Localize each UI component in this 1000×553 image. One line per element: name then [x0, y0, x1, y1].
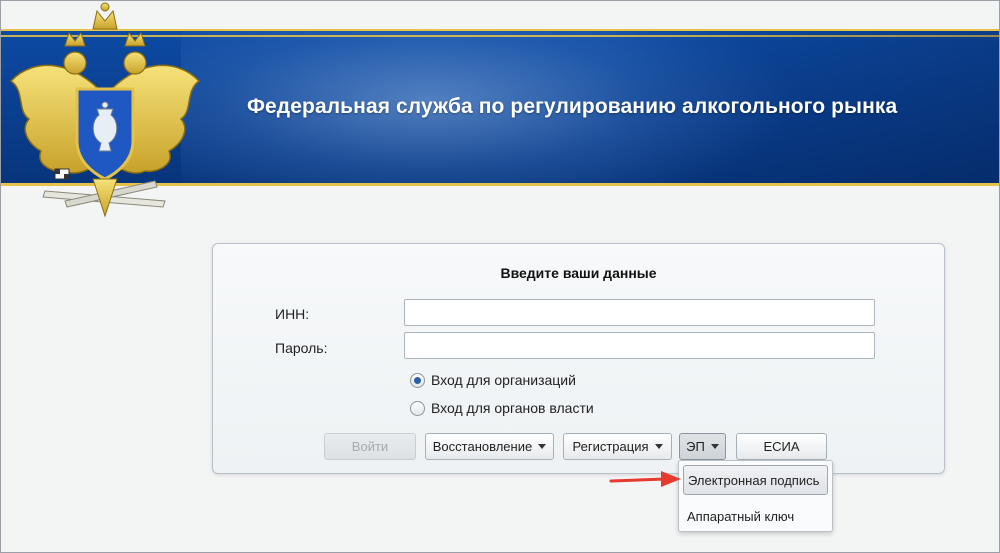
- login-panel: Введите ваши данные ИНН: Пароль: Вход дл…: [212, 243, 945, 474]
- radio-authorities[interactable]: Вход для органов власти: [410, 400, 594, 416]
- password-label: Пароль:: [275, 340, 328, 356]
- login-button-label: Войти: [351, 439, 389, 454]
- esia-button[interactable]: ЕСИА: [736, 433, 827, 460]
- chevron-down-icon: [654, 444, 663, 449]
- ep-button-label: ЭП: [686, 439, 705, 454]
- radio-checked-icon[interactable]: [410, 372, 425, 388]
- chevron-down-icon: [710, 444, 719, 449]
- login-heading: Введите ваши данные: [500, 265, 657, 281]
- radio-organizations[interactable]: Вход для организаций: [410, 372, 576, 388]
- password-input[interactable]: [404, 332, 875, 359]
- double-headed-eagle-emblem-icon: [9, 2, 201, 218]
- recovery-button[interactable]: Восстановление: [425, 433, 554, 460]
- inn-input[interactable]: [404, 299, 875, 326]
- annotation-arrow-icon: [609, 471, 681, 487]
- menu-item-hardware-key[interactable]: Аппаратный ключ: [683, 501, 828, 531]
- page-title: Федеральная служба по регулированию алко…: [247, 95, 898, 118]
- radio-unchecked-icon[interactable]: [410, 400, 425, 416]
- chevron-down-icon: [538, 444, 547, 449]
- login-button[interactable]: Войти: [324, 433, 416, 460]
- ep-dropdown-menu: Электронная подпись Аппаратный ключ: [678, 460, 833, 532]
- registration-button[interactable]: Регистрация: [563, 433, 672, 460]
- recovery-button-label: Восстановление: [432, 439, 533, 454]
- ep-button[interactable]: ЭП: [679, 433, 726, 460]
- radio-authorities-label: Вход для органов власти: [431, 400, 594, 416]
- esia-button-label: ЕСИА: [763, 439, 800, 454]
- radio-organizations-label: Вход для организаций: [431, 372, 576, 388]
- inn-label: ИНН:: [275, 306, 310, 322]
- menu-item-electronic-signature[interactable]: Электронная подпись: [683, 465, 828, 495]
- registration-button-label: Регистрация: [572, 439, 649, 454]
